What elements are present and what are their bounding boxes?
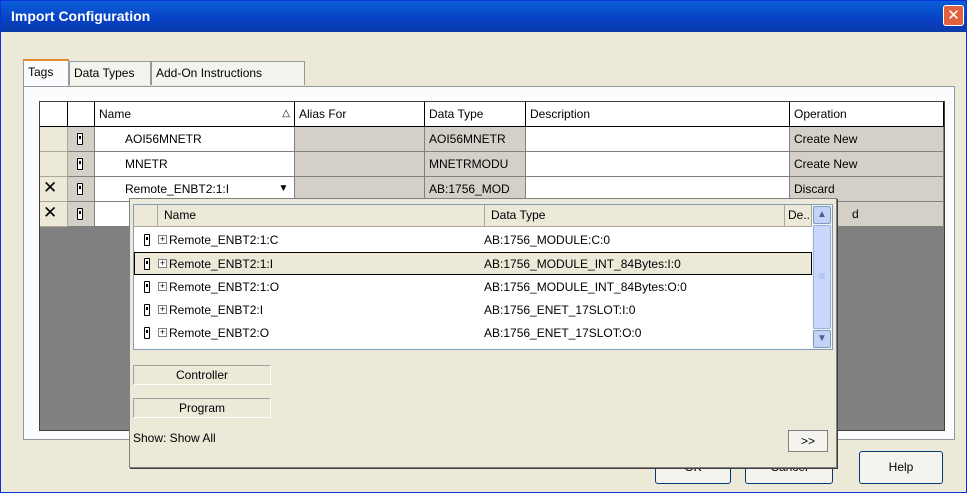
list-item[interactable]: + Remote_ENBT2:O AB:1756_ENET_17SLOT:O:0 (134, 322, 812, 345)
table-row[interactable]: MNETR MNETRMODU Create New (40, 152, 944, 177)
tag-icon (77, 208, 83, 220)
scroll-thumb[interactable]: ≡ (813, 225, 831, 329)
tag-icon (77, 133, 83, 145)
item-name: Remote_ENBT2:1:C (169, 233, 279, 247)
header-alias-for[interactable]: Alias For (295, 102, 425, 127)
header-description[interactable]: Description (526, 102, 790, 127)
tag-icon (144, 258, 150, 270)
tag-icon-cell (68, 177, 95, 202)
row-alias (295, 127, 425, 152)
item-data-type: AB:1756_MODULE:C:0 (484, 233, 611, 247)
popup-header-row: Name Data Type De... (134, 205, 812, 227)
scroll-up-icon[interactable]: ▲ (813, 206, 831, 224)
tab-add-on-instructions[interactable]: Add-On Instructions (151, 61, 305, 85)
item-data-type: AB:1756_ENET_17SLOT:I:0 (484, 303, 636, 317)
list-item[interactable]: + Remote_ENBT2:1:C AB:1756_MODULE:C:0 (134, 229, 812, 252)
table-row[interactable]: AOI56MNETR AOI56MNETR Create New (40, 127, 944, 152)
header-name[interactable]: Name △ (95, 102, 295, 127)
expand-icon[interactable]: + (158, 328, 167, 338)
popup-header-name[interactable]: Name (158, 205, 485, 227)
scroll-down-icon[interactable]: ▼ (813, 330, 831, 348)
close-button[interactable]: ✕ (943, 5, 964, 26)
row-name: Remote_ENBT2:1:I (125, 182, 230, 196)
title-bar: Import Configuration ✕ (1, 1, 966, 32)
expand-icon[interactable]: + (158, 282, 167, 292)
popup-header-description[interactable]: De... (785, 205, 812, 227)
row-name[interactable]: AOI56MNETR (95, 127, 295, 152)
item-name: Remote_ENBT2:I (169, 303, 264, 317)
row-data-type: MNETRMODU (425, 152, 526, 177)
popup-header-data-type[interactable]: Data Type (485, 205, 785, 227)
item-data-type: AB:1756_MODULE_INT_84Bytes:O:0 (484, 280, 687, 294)
help-button[interactable]: Help (859, 451, 943, 484)
row-selector[interactable]: ✕ (40, 177, 68, 202)
row-alias (295, 152, 425, 177)
tag-icon (77, 183, 83, 195)
row-operation: Create New (790, 127, 944, 152)
more-button[interactable]: >> (788, 430, 828, 452)
row-selector[interactable] (40, 152, 68, 177)
controller-scope-button[interactable]: Controller (133, 365, 271, 385)
item-data-type: AB:1756_MODULE_INT_84Bytes:I:0 (484, 257, 681, 271)
expand-icon[interactable]: + (158, 259, 167, 269)
item-name: Remote_ENBT2:O (169, 326, 270, 340)
row-selector[interactable]: ✕ (40, 202, 68, 227)
expand-icon[interactable]: + (158, 235, 167, 245)
tab-data-types[interactable]: Data Types (69, 61, 151, 85)
discard-x-icon: ✕ (43, 178, 58, 197)
tag-icon-cell (68, 127, 95, 152)
row-operation: Create New (790, 152, 944, 177)
tag-browser-popup: Name Data Type De... + Remote_ENBT2:1:C A… (129, 198, 837, 468)
tag-icon (144, 281, 150, 293)
tab-tags[interactable]: Tags (23, 59, 69, 86)
item-name: Remote_ENBT2:1:O (169, 280, 280, 294)
item-name: Remote_ENBT2:1:I (169, 257, 274, 271)
show-filter-label: Show: Show All (133, 431, 216, 445)
tag-icon (77, 158, 83, 170)
row-selector[interactable] (40, 127, 68, 152)
popup-header-icon-cell (134, 205, 158, 227)
header-data-type[interactable]: Data Type (425, 102, 526, 127)
discard-x-icon: ✕ (43, 203, 58, 222)
list-item-selected[interactable]: + Remote_ENBT2:1:I AB:1756_MODULE_INT_84B… (134, 252, 812, 275)
import-configuration-dialog: Import Configuration ✕ Tags Data Types A… (0, 0, 967, 493)
tag-icon (144, 327, 150, 339)
grid-header-row: Name △ Alias For Data Type Description O… (40, 102, 944, 127)
row-description[interactable] (526, 152, 790, 177)
sort-ascending-icon: △ (282, 108, 290, 119)
chevron-down-icon[interactable]: ▼ (275, 180, 292, 198)
tag-icon-cell (68, 202, 95, 227)
row-name[interactable]: MNETR (95, 152, 295, 177)
item-data-type: AB:1756_ENET_17SLOT:O:0 (484, 326, 642, 340)
list-item[interactable]: + Remote_ENBT2:I AB:1756_ENET_17SLOT:I:0 (134, 299, 812, 322)
window-title: Import Configuration (11, 8, 151, 24)
list-item[interactable]: + Remote_ENBT2:1:O AB:1756_MODULE_INT_84B… (134, 276, 812, 299)
header-name-label: Name (99, 107, 132, 121)
tag-icon (144, 304, 150, 316)
row-data-type: AOI56MNETR (425, 127, 526, 152)
header-operation[interactable]: Operation (790, 102, 944, 127)
expand-icon[interactable]: + (158, 305, 167, 315)
header-select-cell (40, 102, 68, 127)
tag-browser-list: Name Data Type De... + Remote_ENBT2:1:C A… (133, 204, 833, 350)
header-icon-cell (68, 102, 95, 127)
tag-icon-cell (68, 152, 95, 177)
row-description[interactable] (526, 127, 790, 152)
tag-icon (144, 234, 150, 246)
program-scope-button[interactable]: Program (133, 398, 271, 418)
vertical-scrollbar[interactable]: ▲ ≡ ▼ (812, 205, 832, 349)
